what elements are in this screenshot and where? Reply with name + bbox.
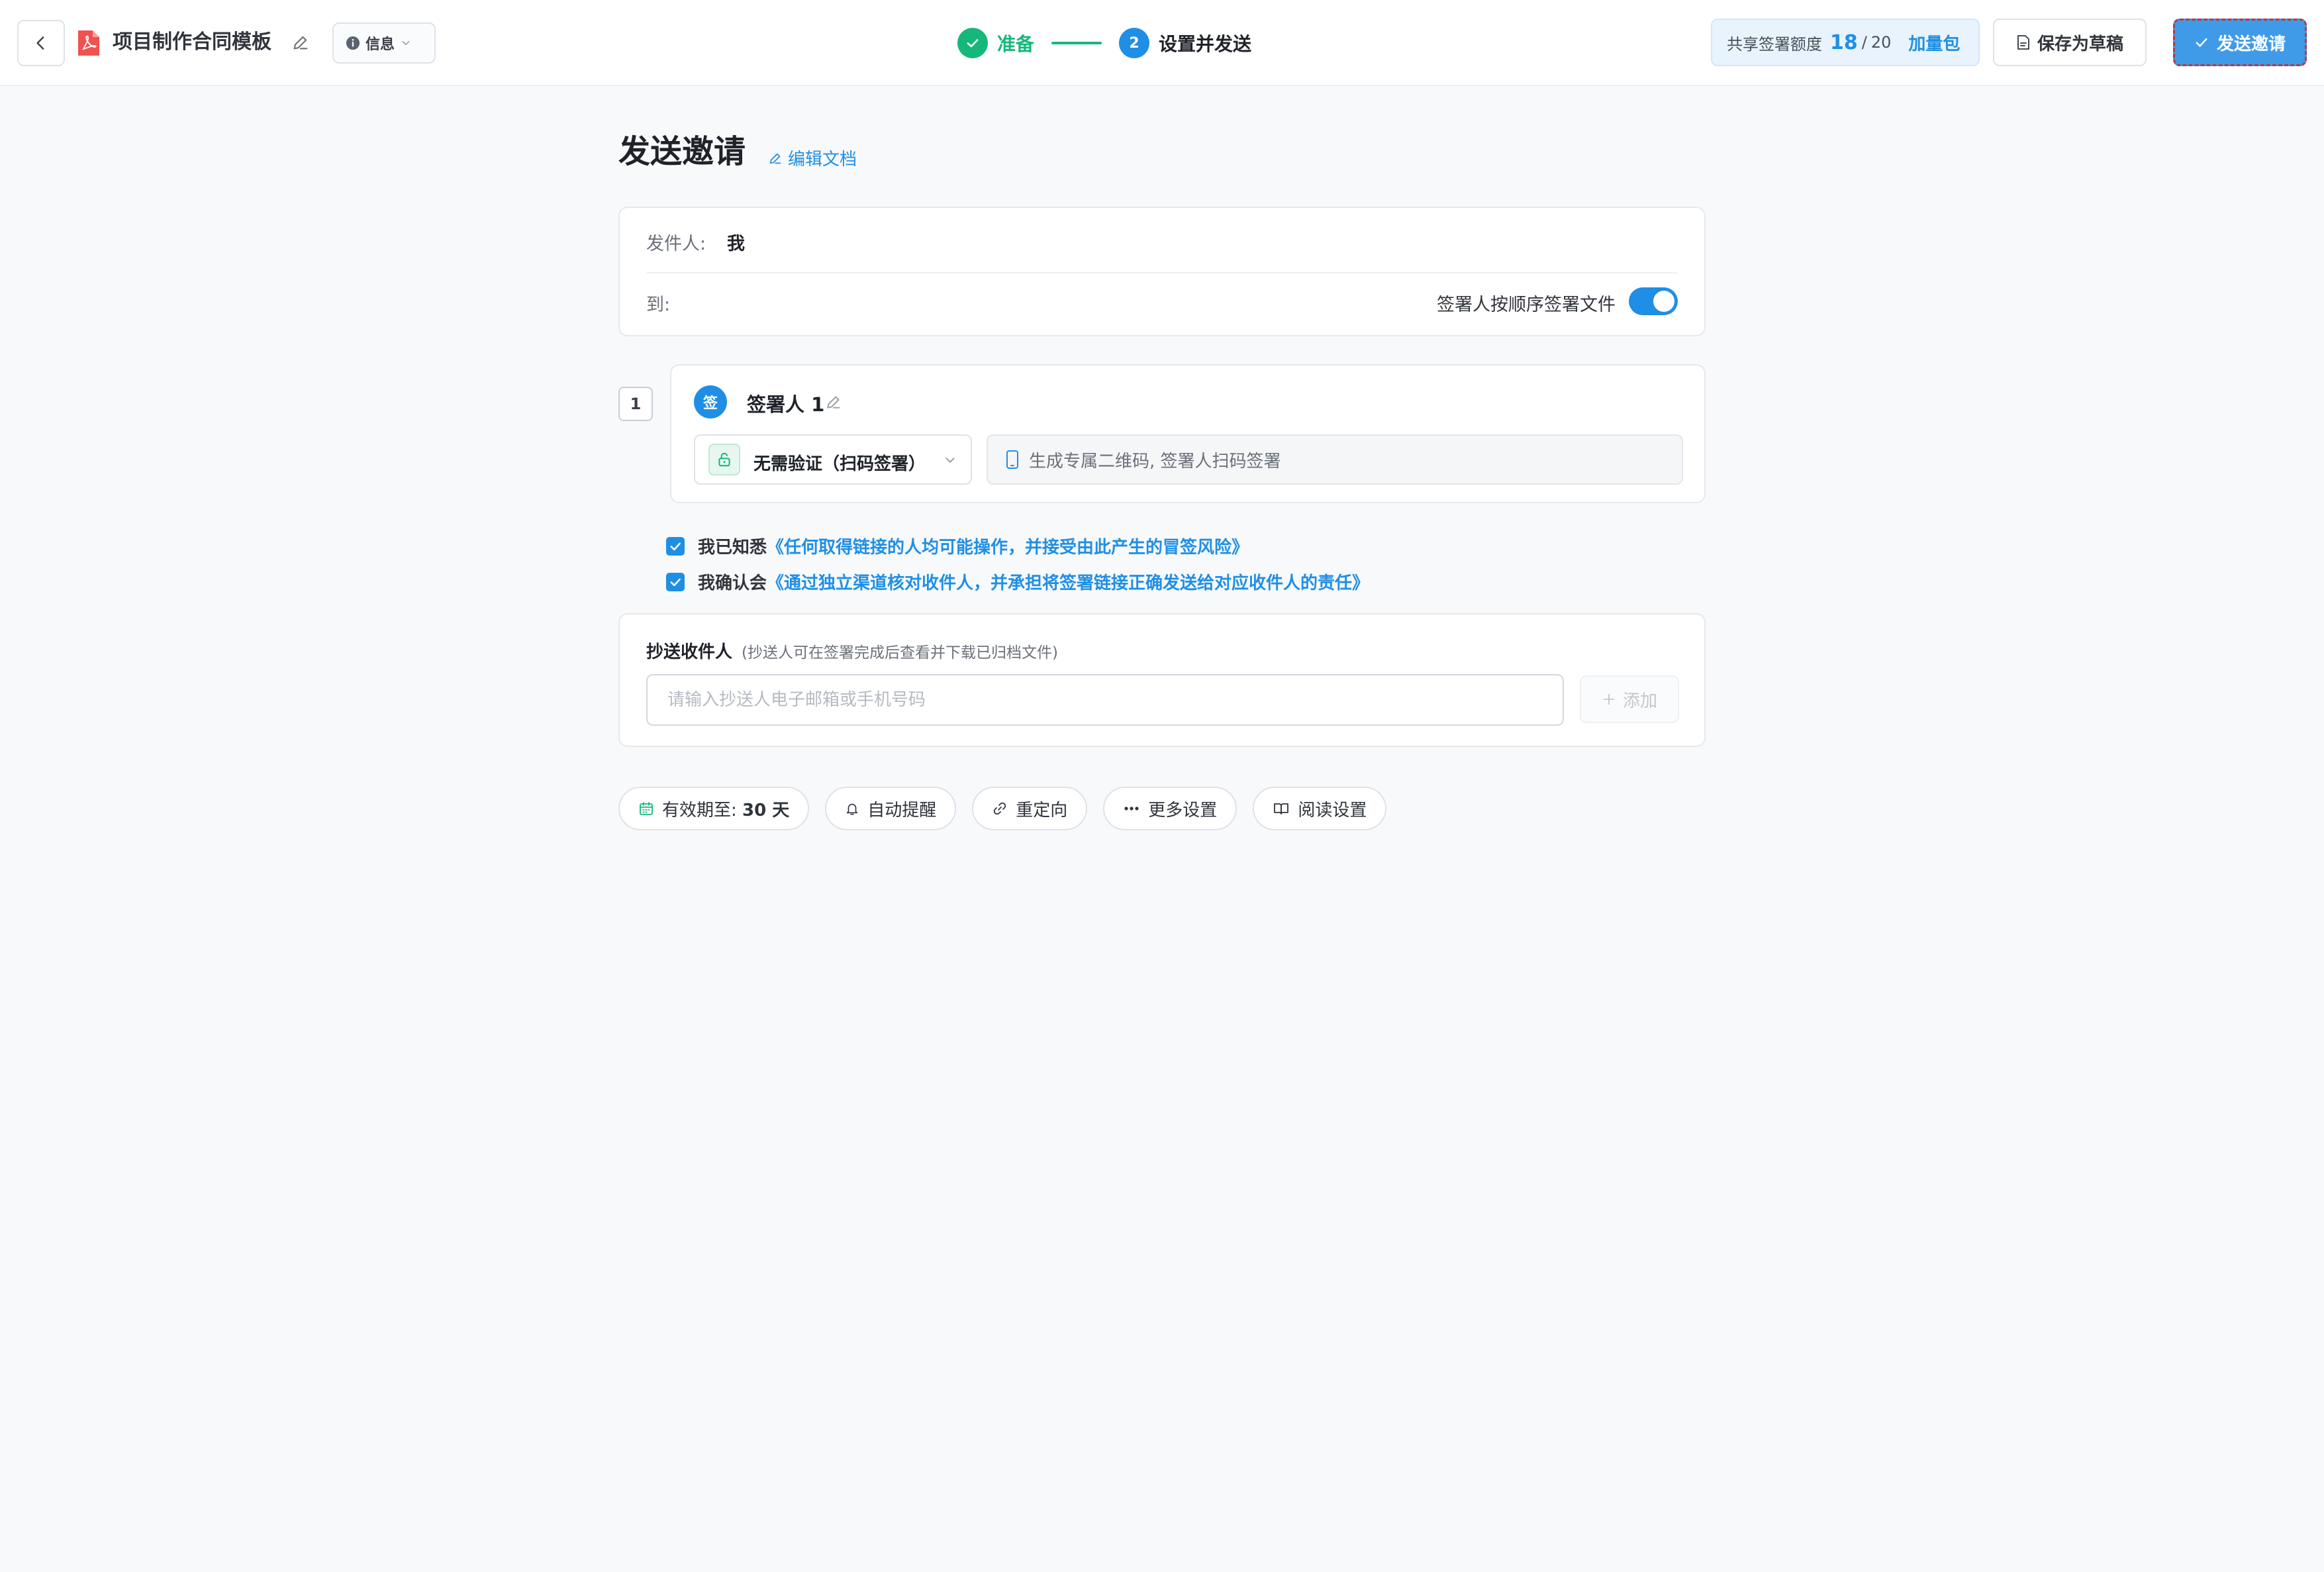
check-icon — [670, 578, 681, 586]
more-settings-button[interactable]: 更多设置 — [1103, 787, 1237, 830]
cc-title: 抄送收件人 — [646, 642, 733, 662]
plus-icon — [1603, 693, 1615, 705]
edit-document-label: 编辑文档 — [788, 150, 857, 170]
quota-separator: / — [1861, 33, 1867, 52]
auto-reminder-label: 自动提醒 — [867, 800, 937, 820]
sender-label: 发件人: — [646, 234, 706, 254]
page-title: 发送邀请 — [618, 133, 746, 170]
chevron-down-icon — [945, 458, 955, 463]
info-icon — [346, 36, 360, 50]
calendar-icon — [640, 802, 653, 815]
options-bar: 有效期至: 30 天 自动提醒 重定向 更多设置 阅读设置 — [618, 787, 1387, 830]
sender-card: 发件人: 我 到: 签署人按顺序签署文件 — [618, 207, 1706, 336]
document-title: 项目制作合同模板 — [113, 30, 271, 54]
sender-value: 我 — [727, 234, 745, 254]
check-icon — [670, 542, 681, 550]
agreement-link-2[interactable]: 《通过独立渠道核对收件人，并承担将签署链接正确发送给对应收件人的责任》 — [767, 573, 1369, 593]
auto-reminder-button[interactable]: 自动提醒 — [825, 787, 957, 830]
edit-document-link[interactable]: 编辑文档 — [768, 146, 857, 170]
more-dots-icon — [1124, 807, 1139, 811]
chevron-down-icon — [402, 40, 410, 46]
chevron-left-icon — [36, 36, 44, 50]
agreement-text-2: 我确认会 — [698, 573, 767, 593]
info-dropdown-button[interactable]: 信息 — [332, 23, 436, 64]
step-2-label: 设置并发送 — [1159, 33, 1252, 55]
quota-addon-link[interactable]: 加量包 — [1908, 30, 1960, 55]
redirect-label: 重定向 — [1016, 800, 1068, 820]
back-button[interactable] — [17, 20, 65, 66]
info-label: 信息 — [365, 36, 395, 53]
step-1-label: 准备 — [997, 33, 1035, 55]
agreement-checkbox-2[interactable] — [666, 572, 685, 591]
verification-description-text: 生成专属二维码, 签署人扫码签署 — [1029, 451, 1281, 471]
agreement-row-2[interactable]: 我确认会《通过独立渠道核对收件人，并承担将签署链接正确发送给对应收件人的责任》 — [666, 569, 1369, 594]
quota-label: 共享签署额度 — [1727, 34, 1822, 54]
agreement-row-1[interactable]: 我已知悉《任何取得链接的人均可能操作，并接受由此产生的冒签风险》 — [666, 534, 1249, 558]
progress-steps: 准备 2 设置并发送 — [957, 26, 1251, 60]
send-label: 发送邀请 — [2216, 34, 2286, 54]
pdf-file-icon — [78, 30, 99, 56]
sequential-signing-label: 签署人按顺序签署文件 — [1437, 295, 1616, 315]
bell-icon — [847, 803, 858, 815]
agreement-text-1: 我已知悉 — [698, 538, 767, 558]
save-draft-button[interactable]: 保存为草稿 — [1993, 19, 2147, 66]
quota-used: 18 — [1830, 30, 1858, 54]
validity-value: 30 天 — [742, 800, 790, 820]
validity-label: 有效期至: — [662, 800, 737, 820]
signer-order-number[interactable]: 1 — [618, 387, 653, 421]
redirect-button[interactable]: 重定向 — [972, 787, 1088, 830]
verification-method-select[interactable]: 无需验证（扫码签署） — [694, 434, 972, 485]
agreement-link-1[interactable]: 《任何取得链接的人均可能操作，并接受由此产生的冒签风险》 — [767, 538, 1249, 558]
cc-recipients-card: 抄送收件人 (抄送人可在签署完成后查看并下载已归档文件) 添加 — [618, 613, 1706, 747]
book-icon — [1274, 803, 1289, 814]
verification-description: 生成专属二维码, 签署人扫码签署 — [987, 434, 1683, 485]
send-invitation-button[interactable]: 发送邀请 — [2173, 19, 2307, 66]
check-icon — [967, 39, 979, 48]
reading-settings-button[interactable]: 阅读设置 — [1253, 787, 1387, 830]
document-icon — [2017, 35, 2029, 50]
top-bar: 项目制作合同模板 信息 准备 2 设置并发送 共享签署额度 18 / 20 加量… — [0, 0, 2324, 86]
pencil-icon[interactable] — [825, 393, 842, 411]
save-draft-label: 保存为草稿 — [2037, 34, 2123, 54]
step-2-number: 2 — [1119, 28, 1150, 58]
agreement-checkbox-1[interactable] — [666, 536, 685, 556]
cc-hint: (抄送人可在签署完成后查看并下载已归档文件) — [742, 644, 1058, 662]
divider — [646, 272, 1678, 273]
check-icon — [2196, 38, 2207, 47]
cc-add-label: 添加 — [1622, 691, 1657, 711]
step-connector — [1051, 42, 1102, 44]
verification-method-value: 无需验证（扫码签署） — [753, 454, 926, 474]
unlock-icon-box — [708, 444, 740, 475]
cc-email-input[interactable] — [646, 674, 1564, 726]
link-icon — [994, 802, 1006, 815]
signing-quota: 共享签署额度 18 / 20 加量包 — [1711, 19, 1980, 66]
more-settings-label: 更多设置 — [1148, 800, 1218, 820]
signer-name: 签署人 1 — [747, 393, 825, 416]
phone-icon — [1006, 450, 1018, 469]
sequential-signing-toggle[interactable] — [1629, 287, 1678, 315]
signer-avatar: 签 — [694, 385, 727, 418]
to-label: 到: — [646, 295, 671, 315]
pencil-icon[interactable] — [291, 33, 310, 52]
cc-add-button[interactable]: 添加 — [1580, 675, 1679, 723]
quota-total: 20 — [1870, 33, 1892, 52]
validity-button[interactable]: 有效期至: 30 天 — [618, 787, 810, 830]
pencil-icon — [769, 153, 781, 164]
signer-card: 签 签署人 1 无需验证（扫码签署） 生成专属二维码, 签署人扫码签署 — [670, 364, 1706, 503]
unlock-icon — [718, 452, 730, 467]
step-1-check — [957, 28, 988, 58]
reading-settings-label: 阅读设置 — [1298, 800, 1367, 820]
